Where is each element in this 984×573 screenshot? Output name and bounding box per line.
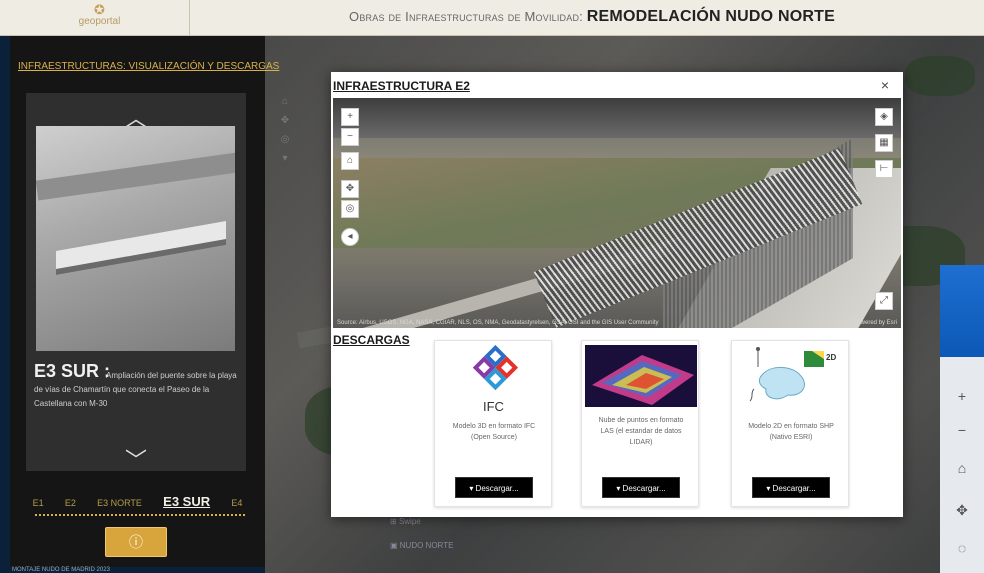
download-card-las: Nube de puntos en formato LAS (el estand… [581, 340, 699, 507]
rotate-icon[interactable]: ◌ [940, 531, 984, 565]
zoom-out-icon[interactable]: − [940, 413, 984, 447]
infrastructure-tabs: E1 E2 E3 NORTE E3 SUR E4 [10, 494, 265, 509]
app-header: ✪ geoportal Obras de Infraestructuras de… [0, 0, 984, 36]
page-title: Obras de Infraestructuras de Movilidad: … [200, 8, 984, 26]
powered-by-esri[interactable]: Powered by Esri [853, 320, 897, 326]
downloads-title: DESCARGAS [333, 333, 410, 347]
logo-text: geoportal [78, 16, 121, 27]
download-card-shp: 2D Modelo 2D en formato SHP (Nativo ESRI… [731, 340, 849, 507]
blue-header-block [940, 265, 984, 357]
zoom-in-icon[interactable]: + [341, 108, 359, 126]
ifc-label: IFC [483, 399, 504, 414]
download-description: Nube de puntos en formato LAS (el estand… [598, 417, 684, 446]
ifc-logo-icon: IFC [435, 344, 553, 414]
pan-icon[interactable]: ✥ [341, 180, 359, 198]
3d-scene-view[interactable]: + − ⌂ ✥ ◎ ◂ ◈ ▦ ⊢ ⤢ Source: Airbus, USGS… [333, 98, 901, 328]
swipe-label[interactable]: ⊞ Swipe [390, 517, 421, 526]
infrastructure-modal: INFRAESTRUCTURA E2 × + − ⌂ ✥ ◎ ◂ ◈ ▦ ⊢ ⤢… [331, 72, 903, 517]
tab-e3-norte[interactable]: E3 NORTE [97, 498, 142, 508]
point-cloud-icon [582, 345, 700, 411]
zoom-in-icon[interactable]: + [940, 379, 984, 413]
title-main: REMODELACIÓN NUDO NORTE [586, 8, 835, 25]
download-card-ifc: IFC Modelo 3D en formato IFC (Open Sourc… [434, 340, 552, 507]
nudo-norte-layer[interactable]: ▣ NUDO NORTE [390, 541, 453, 550]
fullscreen-icon[interactable]: ⤢ [875, 292, 893, 310]
zoom-out-icon[interactable]: − [341, 128, 359, 146]
tab-e1[interactable]: E1 [33, 498, 44, 508]
download-las-button[interactable]: ▾ Descargar... [602, 477, 680, 498]
footer-note: MONTAJE NUDO DE MADRID 2023 [12, 567, 110, 573]
tab-e4[interactable]: E4 [231, 498, 242, 508]
home-icon: ⌂ [281, 96, 289, 107]
download-description: Modelo 2D en formato SHP (Nativo ESRI) [748, 423, 834, 441]
navigate-icon[interactable]: ⌂ [341, 152, 359, 170]
infrastructure-card: ︿ E3 SUR : Ampliación del puente sobre l… [26, 93, 246, 474]
layers-icon[interactable]: ◈ [875, 108, 893, 126]
home-icon[interactable]: ⌂ [940, 451, 984, 485]
pan-icon[interactable]: ✥ [940, 493, 984, 527]
tabs-divider [35, 514, 245, 516]
title-prefix: Obras de Infraestructuras de Movilidad: [349, 9, 583, 24]
modal-title: INFRAESTRUCTURA E2 [333, 79, 470, 93]
download-ifc-button[interactable]: ▾ Descargar... [455, 477, 533, 498]
download-shp-button[interactable]: ▾ Descargar... [752, 477, 830, 498]
infrastructure-image [36, 126, 235, 351]
compass-icon[interactable]: ◂ [341, 228, 359, 246]
map-attribution: Source: Airbus, USGS, NGA, NASA, CGIAR, … [337, 320, 659, 326]
measure-icon[interactable]: ⊢ [875, 160, 893, 178]
map-tools-dimmed: ⌂ ✥ ◎ ▾ [276, 96, 294, 172]
pan-icon: ✥ [280, 115, 290, 126]
geoportal-logo[interactable]: ✪ geoportal [10, 0, 190, 36]
rotate-icon[interactable]: ◎ [341, 200, 359, 218]
info-button[interactable]: ⓘ [105, 527, 167, 557]
shp-2d-label: 2D [826, 353, 837, 362]
infraestructuras-link[interactable]: INFRAESTRUCTURAS: VISUALIZACIÓN Y DESCAR… [18, 61, 279, 72]
navigate-icon: ▾ [282, 153, 288, 164]
tab-e3-sur[interactable]: E3 SUR [163, 494, 210, 509]
close-icon[interactable]: × [881, 77, 889, 93]
chevron-down-icon[interactable]: ﹀ [26, 443, 246, 475]
infrastructure-description: Ampliación del puente sobre la playa de … [34, 371, 237, 408]
basemap-gallery-icon[interactable]: ▦ [875, 134, 893, 152]
download-description: Modelo 3D en formato IFC (Open Source) [452, 423, 536, 441]
tab-e2[interactable]: E2 [65, 498, 76, 508]
compass-icon: ◎ [280, 134, 290, 145]
shp-2d-icon: 2D [732, 345, 850, 411]
left-panel: INFRAESTRUCTURAS: VISUALIZACIÓN Y DESCAR… [10, 36, 279, 567]
right-side-panel: + − ⌂ ✥ ◌ [940, 265, 984, 573]
